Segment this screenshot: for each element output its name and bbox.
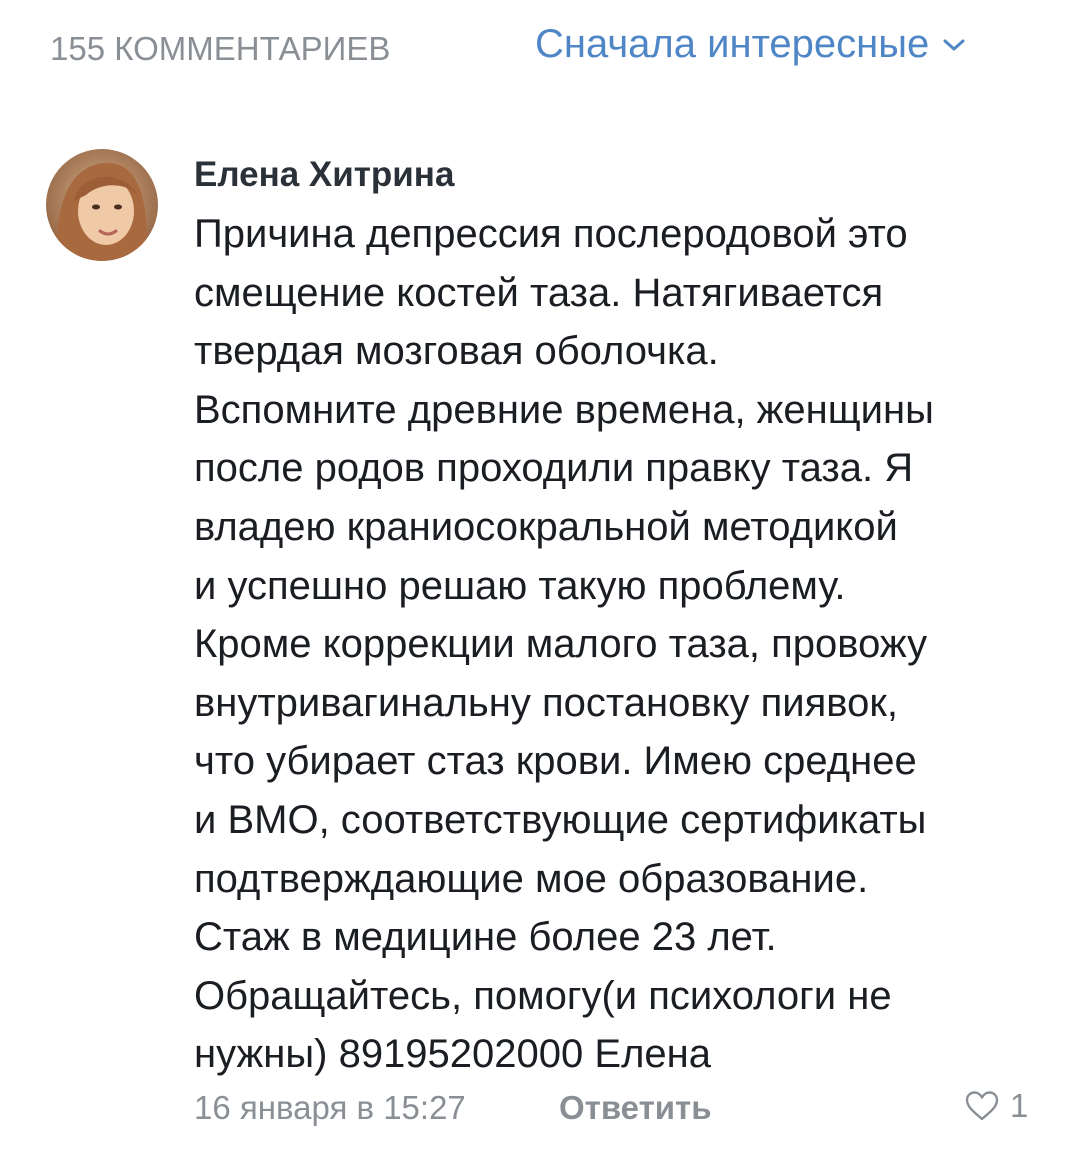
chevron-down-icon — [943, 38, 965, 52]
comment-text-line: что убирает стаз крови. Имею среднее — [194, 739, 917, 784]
reply-button[interactable]: Ответить — [559, 1089, 712, 1127]
comment-text-line: нужны) 89195202000 Елена — [194, 1032, 711, 1077]
comment-text: Причина депрессия послеродовой это смеще… — [194, 205, 1044, 1084]
comment-text-line: твердая мозговая оболочка. — [194, 329, 719, 374]
comment-text-line: после родов проходили правку таза. Я — [194, 446, 914, 491]
comment-author[interactable]: Елена Хитрина — [194, 145, 1044, 205]
comment-footer: 16 января в 15:27 Ответить 1 — [194, 1085, 1044, 1135]
comment-text-line: и успешно решаю такую проблему. — [194, 563, 846, 608]
comment-text-line: Причина депрессия послеродовой это — [194, 212, 908, 256]
like-button[interactable]: 1 — [964, 1087, 1028, 1125]
heart-icon — [964, 1090, 1000, 1122]
like-count: 1 — [1010, 1087, 1029, 1124]
comment-text-line: Вспомните древние времена, женщины — [194, 387, 934, 432]
comments-header: 155 КОММЕНТАРИЕВ Сначала интересные — [50, 22, 1040, 78]
comment-text-line: Кроме коррекции малого таза, провожу — [194, 622, 928, 667]
comment-text-line: Стаж в медицине более 23 лет. — [194, 915, 777, 960]
comment-text-line: Обращайтесь, помогу(и психологи не — [194, 973, 892, 1018]
sort-label: Сначала интересные — [535, 22, 930, 66]
avatar[interactable] — [46, 149, 158, 261]
comment-text-line: внутривагинальну постановку пиявок, — [194, 680, 898, 725]
comment-content: Елена Хитрина Причина депрессия послерод… — [194, 145, 1044, 1084]
sort-dropdown[interactable]: Сначала интересные — [535, 22, 965, 67]
comment-text-line: владею краниосокральной методикой — [194, 504, 898, 549]
comment-text-line: смещение костей таза. Натягивается — [194, 270, 884, 315]
comment-text-line: подтверждающие мое образование. — [194, 856, 869, 901]
comments-count: 155 КОММЕНТАРИЕВ — [50, 30, 391, 67]
comment-text-line: и ВМО, соответствующие сертификаты — [194, 797, 927, 842]
comment-date[interactable]: 16 января в 15:27 — [194, 1089, 466, 1127]
